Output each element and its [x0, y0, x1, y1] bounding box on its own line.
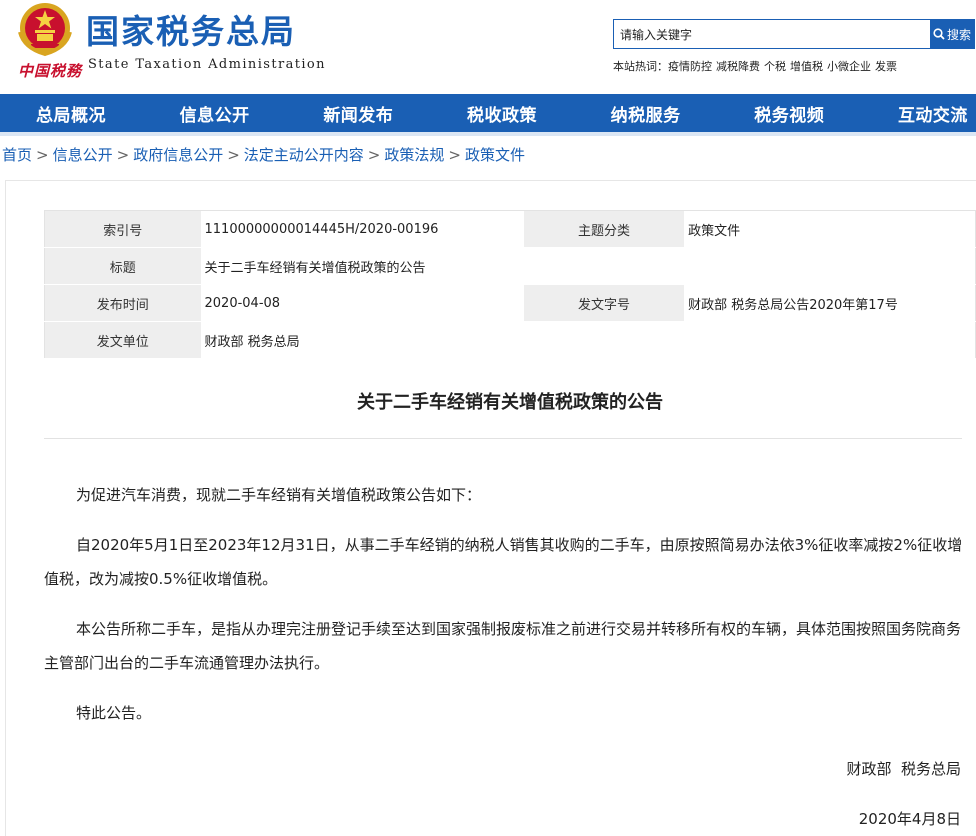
meta-key: 主题分类	[524, 210, 685, 248]
breadcrumb-home[interactable]: 首页	[2, 146, 32, 164]
article-paragraph: 为促进汽车消费，现就二手车经销有关增值税政策公告如下：	[76, 486, 482, 504]
meta-row: 发布时间 2020-04-08 发文字号 财政部 税务总局公告2020年第17号	[44, 284, 976, 322]
title-divider	[44, 438, 962, 439]
meta-key: 发文单位	[44, 321, 201, 359]
meta-key: 索引号	[44, 210, 201, 248]
article-paragraph: 自2020年5月1日至2023年12月31日，从事二手车经销的纳税人销售其收购的…	[44, 536, 963, 588]
meta-row: 发文单位 财政部 税务总局	[44, 321, 976, 359]
hot-word-link[interactable]: 发票	[875, 60, 897, 73]
article-date: 2020年4月8日	[858, 810, 961, 828]
meta-value: 11100000000014445H/2020-00196	[200, 210, 525, 248]
nav-divider	[0, 132, 976, 136]
nav-item-tax-policy[interactable]: 税收政策	[467, 101, 537, 126]
article-signature: 财政部 税务总局	[846, 760, 961, 778]
hot-word-link[interactable]: 减税降费	[716, 60, 760, 73]
tax-logo-mark: 中国税務	[18, 62, 83, 80]
hot-words: 本站热词：疫情防控 减税降费 个税 增值税 小微企业 发票	[613, 58, 901, 74]
meta-value: 2020-04-08	[200, 284, 525, 322]
meta-value: 关于二手车经销有关增值税政策的公告	[200, 247, 976, 285]
hot-word-link[interactable]: 增值税	[790, 60, 823, 73]
breadcrumb: 首页 > 信息公开 > 政府信息公开 > 法定主动公开内容 > 政策法规 > 政策文件	[2, 146, 525, 164]
search-icon	[933, 28, 945, 40]
site-title[interactable]: 国家税务总局	[86, 12, 296, 52]
breadcrumb-policy-docs[interactable]: 政策文件	[465, 146, 525, 164]
article-paragraph: 特此公告。	[76, 704, 152, 722]
nav-item-taxpayer-service[interactable]: 纳税服务	[611, 101, 681, 126]
nav-item-overview[interactable]: 总局概况	[36, 101, 106, 126]
meta-row: 标题 关于二手车经销有关增值税政策的公告	[44, 247, 976, 285]
search-button[interactable]: 搜索	[930, 20, 974, 48]
breadcrumb-info-disclosure[interactable]: 信息公开	[53, 146, 113, 164]
document-meta-table: 索引号 11100000000014445H/2020-00196 主题分类 政…	[44, 210, 976, 359]
breadcrumb-policy-regs[interactable]: 政策法规	[384, 146, 444, 164]
hot-words-label: 本站热词：	[613, 60, 668, 73]
meta-row: 索引号 11100000000014445H/2020-00196 主题分类 政…	[44, 210, 976, 248]
main-nav: 总局概况 信息公开 新闻发布 税收政策 纳税服务 税务视频 互动交流	[0, 94, 976, 132]
hot-word-link[interactable]: 疫情防控	[668, 60, 712, 73]
hot-word-link[interactable]: 小微企业	[827, 60, 871, 73]
nav-item-interaction[interactable]: 互动交流	[898, 101, 968, 126]
meta-key: 发布时间	[44, 284, 201, 322]
breadcrumb-statutory[interactable]: 法定主动公开内容	[244, 146, 364, 164]
meta-value: 政策文件	[684, 210, 976, 248]
breadcrumb-gov-info[interactable]: 政府信息公开	[133, 146, 223, 164]
article-paragraph: 本公告所称二手车，是指从办理完注册登记手续至达到国家强制报废标准之前进行交易并转…	[44, 620, 962, 672]
meta-key: 标题	[44, 247, 201, 285]
site-subtitle: State Taxation Administration	[88, 57, 326, 72]
meta-value: 财政部 税务总局公告2020年第17号	[684, 284, 976, 322]
meta-value: 财政部 税务总局	[200, 321, 976, 359]
nav-item-news[interactable]: 新闻发布	[323, 101, 393, 126]
site-header: 中国税務 国家税务总局 State Taxation Administratio…	[0, 0, 976, 94]
nav-item-tax-video[interactable]: 税务视频	[754, 101, 824, 126]
meta-key: 发文字号	[524, 284, 685, 322]
article-title: 关于二手车经销有关增值税政策的公告	[357, 392, 663, 413]
hot-word-link[interactable]: 个税	[764, 60, 786, 73]
search-input[interactable]	[614, 20, 930, 48]
search-box: 搜索	[613, 19, 975, 49]
national-emblem-icon	[18, 3, 72, 57]
nav-item-info-disclosure[interactable]: 信息公开	[180, 101, 250, 126]
search-button-label: 搜索	[946, 27, 971, 42]
